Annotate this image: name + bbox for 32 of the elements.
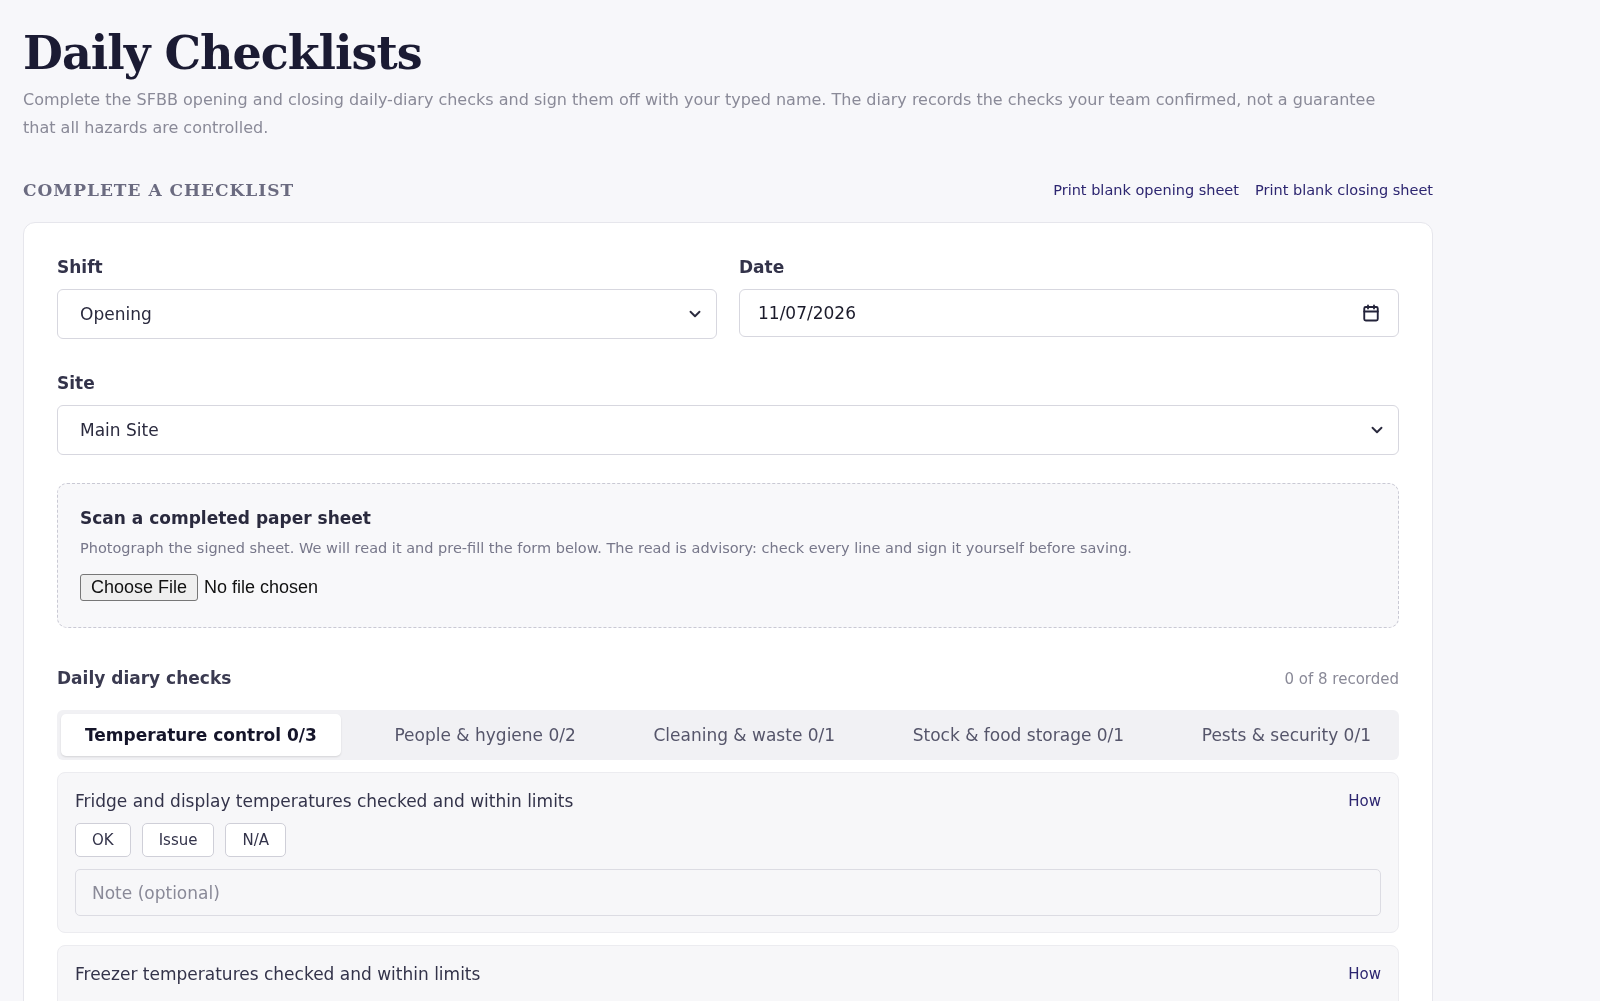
field-label: Date <box>739 257 786 277</box>
checks-title: Daily diary checks <box>57 668 232 688</box>
status-option[interactable]: N/A <box>225 823 286 857</box>
date-value: 11/07/2026 <box>758 303 857 323</box>
file-status: No file chosen <box>204 577 319 598</box>
check-label: Fridge and display temperatures checked and within limits <box>75 791 574 811</box>
category-tab[interactable]: Stock & food storage 0/1 <box>888 714 1149 756</box>
shift-select[interactable]: Opening <box>57 289 717 339</box>
date-field[interactable]: 11/07/2026 <box>739 289 1399 337</box>
recorded-count: 0 of 8 recorded <box>1284 670 1399 688</box>
category-tab[interactable]: People & hygiene 0/2 <box>370 714 600 756</box>
print-link[interactable]: Print blank closing sheet <box>1255 182 1433 198</box>
status-option[interactable]: Issue <box>141 823 215 857</box>
choose-file-button[interactable]: Choose File <box>80 574 199 601</box>
how-link[interactable]: How <box>1348 965 1381 983</box>
site-select[interactable]: Main Site <box>57 405 1399 455</box>
field-label: Site <box>57 373 96 393</box>
section-heading: COMPLETE A CHECKLIST <box>23 180 295 200</box>
status-option[interactable]: OK <box>75 823 131 857</box>
scan-description: Photograph the signed sheet. We will read it and pre-fill the form below. The read is advisory: check every line and sign it yourself before saving. <box>80 540 1133 556</box>
page-title: Daily Checklists <box>23 26 423 80</box>
field-label: Shift <box>57 257 104 277</box>
how-link[interactable]: How <box>1348 792 1381 810</box>
print-link[interactable]: Print blank opening sheet <box>1053 182 1239 198</box>
category-tab[interactable]: Cleaning & waste 0/1 <box>629 714 860 756</box>
page-description: Complete the SFBB opening and closing daily-diary checks and sign them off with your typed name. The diary records the checks your team confirmed, not a guarantee that all hazards are controlled. <box>23 89 1377 139</box>
check-label: Freezer temperatures checked and within limits <box>75 964 481 984</box>
category-tab[interactable]: Temperature control 0/3 <box>61 714 341 756</box>
category-tab[interactable]: Pests & security 0/1 <box>1177 714 1395 756</box>
note-field[interactable]: Note (optional) <box>75 869 1381 916</box>
calendar-icon <box>1362 304 1380 322</box>
scan-title: Scan a completed paper sheet <box>80 508 372 528</box>
